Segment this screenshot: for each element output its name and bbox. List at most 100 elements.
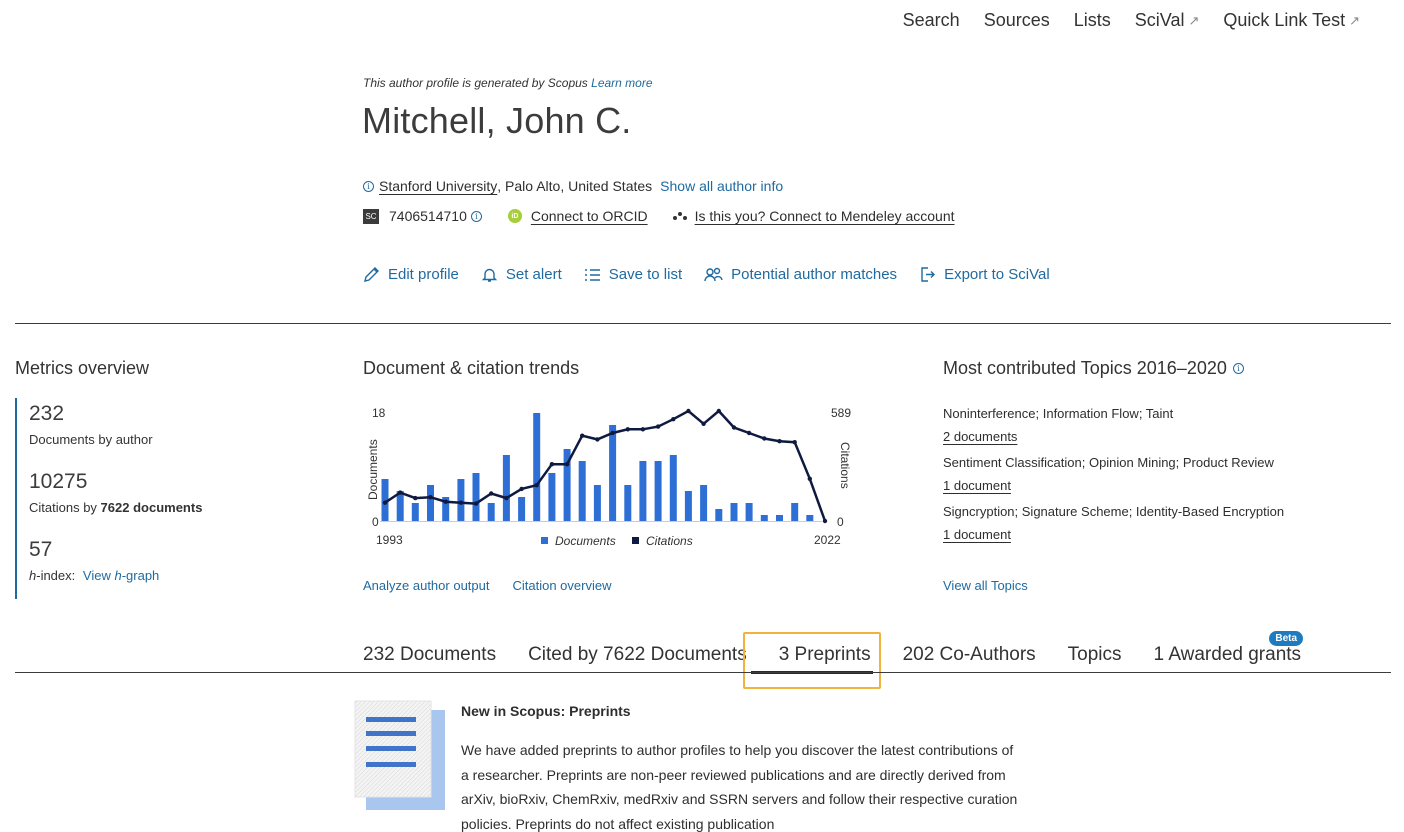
edit-profile-button[interactable]: Edit profile — [363, 266, 459, 283]
x-start-label: 1993 — [376, 533, 403, 547]
nav-search-label: Search — [902, 10, 960, 30]
documents-bar-2001 — [502, 455, 510, 521]
h-graph-suffix: -graph — [121, 568, 160, 583]
citations-point-2007 — [595, 437, 600, 442]
citations-point-2018 — [762, 436, 767, 441]
nav-scival-label: SciVal — [1134, 10, 1185, 30]
y-left-min-tick: 0 — [372, 515, 379, 529]
preprints-tab-highlight — [743, 632, 881, 689]
citations-point-2015 — [716, 408, 721, 414]
edit-profile-label: Edit profile — [388, 266, 459, 283]
legend-citations-swatch — [632, 537, 639, 544]
documents-bar-2013 — [684, 491, 692, 521]
nav-quick-link-label: Quick Link Test — [1223, 10, 1346, 30]
citations-point-2017 — [746, 430, 752, 436]
institution-link[interactable]: Stanford University — [379, 178, 497, 194]
documents-bar-2006 — [578, 461, 586, 521]
set-alert-button[interactable]: Set alert — [481, 266, 562, 283]
view-all-topics-link[interactable]: View all Topics — [943, 578, 1028, 593]
tab-cited-by[interactable]: Cited by 7622 Documents — [528, 644, 747, 666]
documents-bar-2008 — [609, 425, 617, 521]
documents-bar-2020 — [791, 503, 799, 521]
citations-label-prefix: Citations by — [29, 500, 97, 515]
tab-awarded-grants-label: 1 Awarded grants — [1153, 644, 1302, 665]
tab-awarded-grants[interactable]: 1 Awarded grants Beta — [1153, 631, 1304, 666]
topic-item: Noninterference; Information Flow; Taint… — [943, 406, 1363, 444]
tab-co-authors[interactable]: 202 Co-Authors — [903, 644, 1036, 666]
topic-item: Sentiment Classification; Opinion Mining… — [943, 455, 1363, 493]
view-h-graph-link[interactable]: View h-graph — [83, 568, 159, 583]
documents-bar-2015 — [715, 509, 723, 521]
citations-point-2004 — [549, 462, 555, 467]
info-icon[interactable]: i — [470, 210, 482, 222]
legend-documents-label: Documents — [555, 534, 616, 548]
documents-bar-2000 — [487, 503, 495, 521]
show-all-author-info-link[interactable]: Show all author info — [660, 178, 783, 194]
documents-bar-2014 — [700, 485, 708, 521]
documents-bar-2018 — [760, 515, 768, 521]
trends-links: Analyze author output Citation overview — [363, 578, 611, 593]
scopus-id-icon: SC — [363, 208, 379, 224]
connect-mendeley-link[interactable]: Is this you? Connect to Mendeley account — [695, 208, 955, 224]
documents-bar-2010 — [639, 461, 647, 521]
citations-label-docs: 7622 documents — [100, 500, 203, 515]
section-divider — [15, 323, 1391, 324]
documents-bar-1999 — [472, 473, 480, 521]
potential-author-matches-button[interactable]: Potential author matches — [704, 266, 897, 283]
legend-citations-label: Citations — [646, 534, 693, 548]
citations-point-2010 — [640, 427, 646, 432]
nav-lists[interactable]: Lists — [1074, 10, 1111, 31]
tab-documents[interactable]: 232 Documents — [363, 644, 496, 666]
citations-point-2020 — [792, 440, 797, 445]
citations-point-1997 — [443, 499, 448, 504]
topic-documents-link[interactable]: 2 documents — [943, 429, 1363, 444]
preprints-notice-title: New in Scopus: Preprints — [461, 703, 631, 719]
nav-search[interactable]: Search — [903, 10, 960, 31]
legend-documents-swatch — [541, 537, 548, 544]
topic-name: Noninterference; Information Flow; Taint — [943, 406, 1174, 421]
author-id: 7406514710 — [389, 208, 467, 224]
topic-name: Signcryption; Signature Scheme; Identity… — [943, 504, 1285, 519]
set-alert-label: Set alert — [505, 266, 562, 283]
list-icon — [584, 269, 600, 281]
citations-point-2012 — [671, 417, 676, 422]
save-to-list-label: Save to list — [608, 266, 683, 283]
h-index-value: 57 — [29, 538, 53, 561]
export-to-scival-label: Export to SciVal — [944, 266, 1050, 283]
tab-topics[interactable]: Topics — [1068, 644, 1122, 666]
h-graph-h: h — [114, 568, 122, 583]
citation-overview-link[interactable]: Citation overview — [512, 578, 611, 593]
h-index-label: h -index: View h-graph — [29, 568, 215, 583]
citations-point-1998 — [458, 500, 464, 505]
topics-list: Noninterference; Information Flow; Taint… — [943, 406, 1363, 542]
export-icon — [921, 267, 936, 282]
author-name: Mitchell, John C. — [362, 100, 632, 141]
topic-documents-link[interactable]: 1 document — [943, 527, 1363, 542]
topics-title-row: Most contributed Topics 2016–2020 i — [943, 358, 1244, 379]
citations-point-2003 — [534, 483, 539, 488]
nav-sources[interactable]: Sources — [984, 10, 1050, 31]
nav-lists-label: Lists — [1073, 10, 1111, 30]
citations-point-1994 — [398, 490, 403, 495]
potential-author-matches-label: Potential author matches — [731, 266, 898, 283]
save-to-list-button[interactable]: Save to list — [584, 266, 682, 283]
nav-scival[interactable]: SciVal ↗ — [1135, 10, 1200, 31]
external-link-icon: ↗ — [1188, 12, 1200, 28]
info-icon[interactable]: i — [363, 180, 374, 192]
nav-sources-label: Sources — [983, 10, 1050, 30]
topic-documents-link[interactable]: 1 document — [943, 478, 1363, 493]
documents-bar-2012 — [669, 455, 677, 521]
y-right-label: Citations — [838, 442, 852, 489]
external-link-icon: ↗ — [1349, 12, 1360, 28]
export-to-scival-button[interactable]: Export to SciVal — [919, 266, 1050, 283]
citations-point-2021 — [807, 476, 812, 481]
tabs-divider — [15, 672, 1391, 673]
documents-bar-2019 — [776, 515, 783, 521]
info-icon[interactable]: i — [1232, 363, 1244, 374]
learn-more-link[interactable]: Learn more — [591, 76, 652, 90]
analyze-author-output-link[interactable]: Analyze author output — [363, 578, 489, 593]
orcid-icon: iD — [507, 209, 522, 223]
connect-orcid-link[interactable]: Connect to ORCID — [531, 208, 648, 224]
nav-quick-link-test[interactable]: Quick Link Test ↗ — [1223, 10, 1360, 31]
topic-name: Sentiment Classification; Opinion Mining… — [943, 455, 1274, 470]
